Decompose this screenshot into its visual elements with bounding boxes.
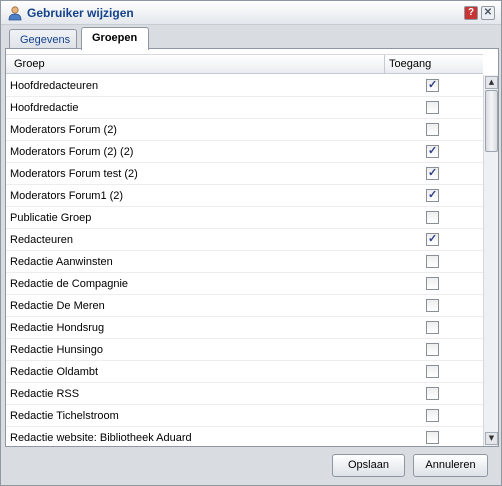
tab-gegevens[interactable]: Gegevens (9, 29, 77, 49)
group-name: Hoofdredactie (10, 102, 79, 114)
close-icon[interactable]: ✕ (481, 6, 495, 20)
table-row[interactable]: Redacteuren (6, 229, 483, 251)
table-row[interactable]: Hoofdredactie (6, 97, 483, 119)
group-name: Publicatie Groep (10, 212, 92, 224)
group-name: Redactie Hunsingo (10, 344, 103, 356)
table-row[interactable]: Hoofdredacteuren (6, 75, 483, 97)
group-name: Redactie RSS (10, 388, 80, 400)
table-row[interactable]: Redactie website: Bibliotheek Aduard (6, 427, 483, 446)
access-checkbox[interactable] (426, 365, 439, 378)
table-row[interactable]: Moderators Forum test (2) (6, 163, 483, 185)
group-name: Redacteuren (10, 234, 73, 246)
user-icon (8, 6, 22, 21)
user-edit-dialog: Gebruiker wijzigen ? ✕ Gegevens Groepen … (0, 0, 502, 486)
scroll-up-icon[interactable]: ▲ (485, 76, 498, 89)
group-name: Redactie Hondsrug (10, 322, 105, 334)
help-icon[interactable]: ? (464, 6, 478, 20)
group-name: Redactie De Meren (10, 300, 105, 312)
column-header-groep[interactable]: Groep (14, 58, 45, 70)
group-name: Redactie Aanwinsten (10, 256, 113, 268)
access-checkbox[interactable] (426, 255, 439, 268)
access-checkbox[interactable] (426, 387, 439, 400)
tab-groepen[interactable]: Groepen (81, 27, 149, 50)
table-row[interactable]: Redactie RSS (6, 383, 483, 405)
access-checkbox[interactable] (426, 343, 439, 356)
vertical-scrollbar[interactable]: ▲ ▼ (483, 75, 498, 446)
access-checkbox[interactable] (426, 101, 439, 114)
tab-bar: Gegevens Groepen (5, 27, 499, 50)
group-name: Moderators Forum (2) (10, 124, 117, 136)
table-row[interactable]: Moderators Forum (2) (2) (6, 141, 483, 163)
table-row[interactable]: Moderators Forum1 (2) (6, 185, 483, 207)
group-name: Redactie Tichelstroom (10, 410, 119, 422)
table-row[interactable]: Redactie de Compagnie (6, 273, 483, 295)
table-row[interactable]: Redactie Oldambt (6, 361, 483, 383)
table-row[interactable]: Moderators Forum (2) (6, 119, 483, 141)
title-bar[interactable]: Gebruiker wijzigen ? ✕ (1, 1, 501, 25)
access-checkbox[interactable] (426, 144, 439, 158)
column-header-toegang[interactable]: Toegang (389, 58, 431, 70)
table-row[interactable]: Redactie De Meren (6, 295, 483, 317)
group-name: Moderators Forum (2) (2) (10, 146, 134, 158)
access-checkbox[interactable] (426, 277, 439, 290)
access-checkbox[interactable] (426, 188, 439, 202)
table-row[interactable]: Publicatie Groep (6, 207, 483, 229)
group-name: Hoofdredacteuren (10, 80, 99, 92)
table-row[interactable]: Redactie Aanwinsten (6, 251, 483, 273)
access-checkbox[interactable] (426, 321, 439, 334)
cancel-button[interactable]: Annuleren (413, 454, 488, 477)
group-name: Moderators Forum1 (2) (10, 190, 124, 202)
table-row[interactable]: Redactie Tichelstroom (6, 405, 483, 427)
group-name: Moderators Forum test (2) (10, 168, 138, 180)
table-row[interactable]: Redactie Hondsrug (6, 317, 483, 339)
grid-header: Groep Toegang (6, 54, 483, 74)
access-checkbox[interactable] (426, 232, 439, 246)
groups-grid: Groep Toegang HoofdredacteurenHoofdredac… (5, 48, 499, 447)
access-checkbox[interactable] (426, 78, 439, 92)
access-checkbox[interactable] (426, 409, 439, 422)
scrollbar-thumb[interactable] (485, 90, 498, 152)
access-checkbox[interactable] (426, 299, 439, 312)
access-checkbox[interactable] (426, 166, 439, 180)
dialog-title: Gebruiker wijzigen (27, 6, 134, 20)
save-button[interactable]: Opslaan (332, 454, 405, 477)
column-divider[interactable] (384, 55, 385, 74)
access-checkbox[interactable] (426, 123, 439, 136)
group-name: Redactie website: Bibliotheek Aduard (10, 432, 192, 444)
table-row[interactable]: Redactie Hunsingo (6, 339, 483, 361)
grid-rows: Hoofdredacteuren Hoofdredactie Moderators … (6, 75, 483, 446)
scroll-down-icon[interactable]: ▼ (485, 432, 498, 445)
access-checkbox[interactable] (426, 211, 439, 224)
group-name: Redactie de Compagnie (10, 278, 129, 290)
group-name: Redactie Oldambt (10, 366, 99, 378)
access-checkbox[interactable] (426, 431, 439, 444)
